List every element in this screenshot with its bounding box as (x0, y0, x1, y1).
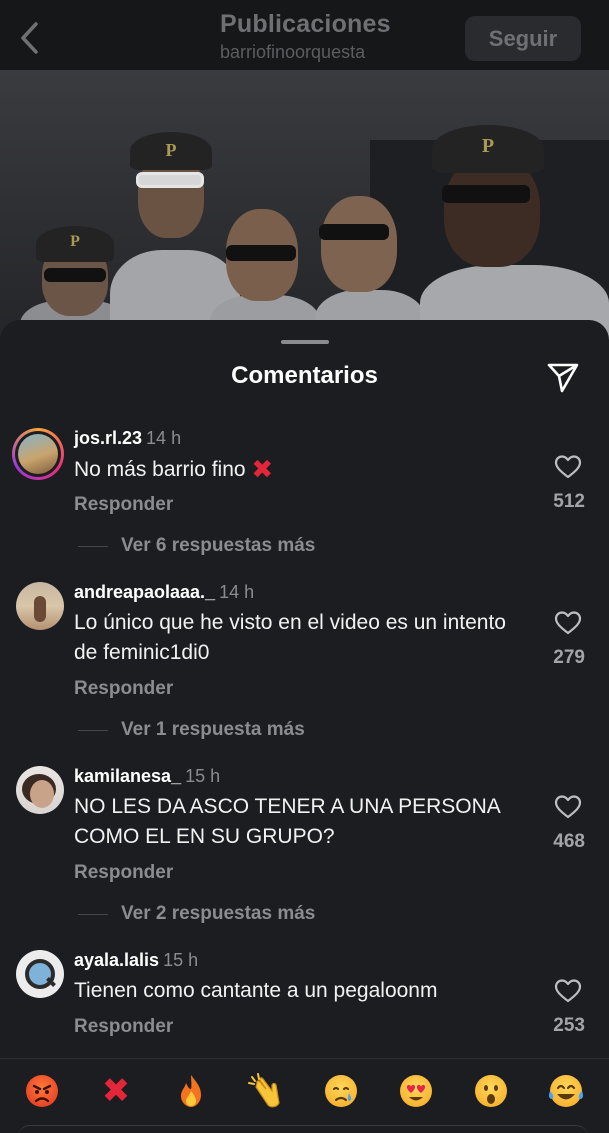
divider-line (78, 729, 108, 731)
comment-text: NO LES DA ASCO TENER A UNA PERSONA COMO … (74, 795, 500, 848)
fire-icon[interactable] (171, 1071, 211, 1111)
reply-button[interactable]: Responder (74, 862, 173, 884)
comment-item: andreapaolaaa._ 14 h Lo único que he vist… (0, 582, 609, 742)
angry-face-icon[interactable] (22, 1071, 62, 1111)
heart-icon[interactable] (554, 454, 582, 480)
reply-button[interactable]: Responder (74, 678, 173, 700)
comment-item: ayala.lalis 15 h Tienen como cantante a u… (0, 950, 609, 1050)
heart-icon[interactable] (554, 978, 582, 1004)
heart-eyes-icon[interactable] (396, 1071, 436, 1111)
avatar[interactable] (16, 582, 64, 630)
clapping-hands-icon[interactable] (246, 1071, 286, 1111)
account-name[interactable]: barriofinoorquesta (220, 42, 391, 63)
comment-time: 15 h (163, 950, 199, 970)
comment-text-body: No más barrio fino (74, 458, 246, 481)
comments-title: Comentarios (231, 362, 378, 389)
heart-icon[interactable] (554, 794, 582, 820)
comment-username[interactable]: ayala.lalis (74, 950, 159, 970)
comment-input-edge (18, 1125, 588, 1133)
view-replies-button[interactable]: Ver 1 respuesta más (78, 719, 305, 741)
comment-time: 15 h (185, 766, 221, 786)
avatar[interactable] (12, 428, 64, 480)
surprised-face-icon[interactable] (471, 1071, 511, 1111)
view-replies-label: Ver 1 respuesta más (121, 719, 305, 740)
comment-header: jos.rl.23 14 h (74, 428, 181, 449)
like-count: 468 (553, 831, 585, 852)
comments-sheet: Comentarios jos.rl.23 14 h No más barrio … (0, 320, 609, 1133)
emoji-reaction-bar: ✖ (0, 1058, 609, 1133)
view-replies-button[interactable]: Ver 6 respuestas más (78, 535, 315, 557)
view-replies-button[interactable]: Ver 2 respuestas más (78, 903, 315, 925)
comment-text: Lo único que he visto en el video es un … (74, 611, 506, 664)
follow-button[interactable]: Seguir (465, 16, 581, 61)
comment-text: No más barrio fino ✖ (74, 454, 534, 485)
reply-button[interactable]: Responder (74, 1016, 173, 1038)
comment-time: 14 h (219, 582, 255, 602)
comment-username[interactable]: jos.rl.23 (74, 428, 142, 448)
comment-text: Tienen como cantante a un pegaloonm (74, 979, 438, 1002)
comment-header: ayala.lalis 15 h (74, 950, 198, 971)
view-replies-label: Ver 2 respuestas más (121, 903, 316, 924)
avatar[interactable] (16, 950, 64, 998)
divider-line (78, 545, 108, 547)
share-icon[interactable] (545, 358, 581, 394)
like-count: 253 (553, 1015, 585, 1036)
comment-header: andreapaolaaa._ 14 h (74, 582, 254, 603)
comment-header: kamilanesa_ 15 h (74, 766, 220, 787)
avatar[interactable] (16, 766, 64, 814)
crying-face-icon[interactable] (321, 1071, 361, 1111)
page-title: Publicaciones (220, 10, 391, 38)
comment-item: kamilanesa_ 15 h NO LES DA ASCO TENER A U… (0, 766, 609, 926)
like-count: 279 (553, 647, 585, 668)
comment-username[interactable]: andreapaolaaa._ (74, 582, 215, 602)
like-count: 512 (553, 491, 585, 512)
back-arrow-icon[interactable] (14, 18, 44, 58)
top-bar: Publicaciones barriofinoorquesta Seguir (0, 0, 609, 70)
heart-icon[interactable] (554, 610, 582, 636)
tears-of-joy-icon[interactable] (546, 1071, 586, 1111)
post-photo: P P P (0, 70, 609, 360)
sheet-drag-handle[interactable] (281, 340, 329, 344)
comment-item: jos.rl.23 14 h No más barrio fino ✖ Respo… (0, 428, 609, 558)
header-titles: Publicaciones barriofinoorquesta (220, 10, 391, 63)
comment-username[interactable]: kamilanesa_ (74, 766, 181, 786)
cross-mark-icon[interactable]: ✖ (96, 1071, 136, 1111)
comment-time: 14 h (146, 428, 182, 448)
reply-button[interactable]: Responder (74, 494, 173, 516)
divider-line (78, 913, 108, 915)
view-replies-label: Ver 6 respuestas más (121, 535, 316, 556)
cross-mark-emoji-icon: ✖ (251, 454, 274, 484)
